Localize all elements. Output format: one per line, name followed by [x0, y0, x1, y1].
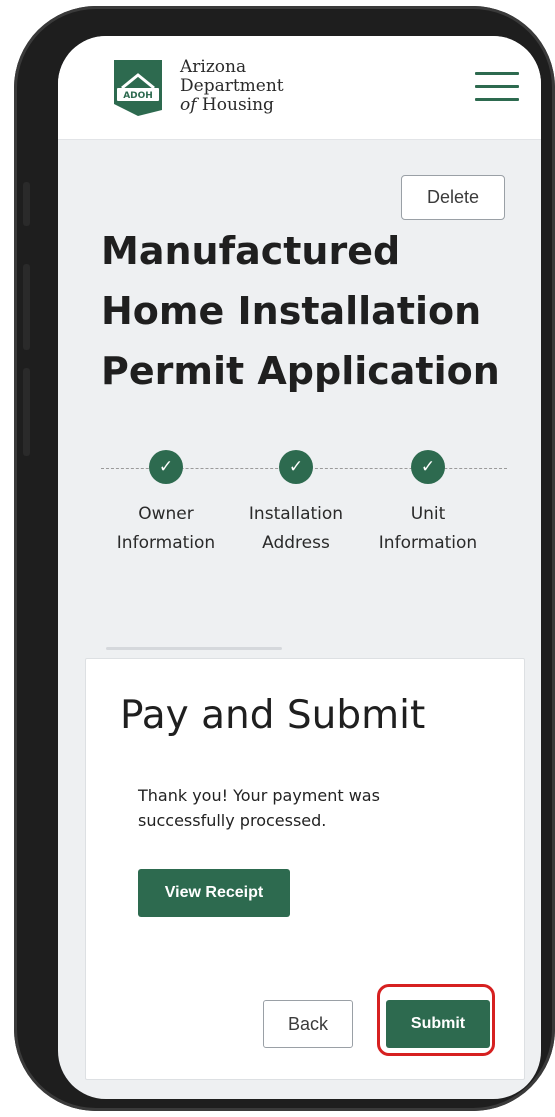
adoh-logo-icon: ADOH — [114, 60, 162, 116]
check-icon: ✓ — [149, 450, 183, 484]
check-icon: ✓ — [279, 450, 313, 484]
card-title: Pay and Submit — [120, 693, 426, 738]
submit-button[interactable]: Submit — [386, 1000, 490, 1048]
step-owner-information: ✓ Owner Information — [96, 450, 236, 558]
step-installation-address: ✓ Installation Address — [226, 450, 366, 558]
phone-volume-down — [23, 368, 30, 456]
svg-text:ADOH: ADOH — [123, 91, 153, 101]
agency-name-line3: of Housing — [180, 95, 274, 115]
delete-button[interactable]: Delete — [401, 175, 505, 220]
step-label: Installation Address — [248, 504, 344, 553]
agency-name-line2: Department — [180, 76, 284, 96]
back-button[interactable]: Back — [263, 1000, 353, 1048]
agency-name-line1: Arizona — [180, 57, 247, 77]
hamburger-menu-icon[interactable] — [475, 70, 519, 104]
phone-screen: ADOH Arizona Department of Housing Delet… — [58, 36, 541, 1099]
page-title: Manufactured Home Installation Permit Ap… — [101, 229, 500, 393]
step-label: Owner Information — [116, 504, 216, 553]
phone-volume-up — [23, 264, 30, 350]
phone-frame: ADOH Arizona Department of Housing Delet… — [14, 6, 555, 1111]
site-header: ADOH Arizona Department of Housing — [58, 36, 541, 140]
phone-silent-switch — [23, 182, 30, 226]
payment-confirmation-message: Thank you! Your payment was successfully… — [138, 786, 380, 830]
view-receipt-button[interactable]: View Receipt — [138, 869, 290, 917]
step-unit-information: ✓ Unit Information — [358, 450, 498, 558]
step-label: Unit Information — [378, 504, 478, 553]
check-icon: ✓ — [411, 450, 445, 484]
pay-submit-card: Pay and Submit Thank you! Your payment w… — [85, 658, 525, 1080]
agency-name: Arizona Department of Housing — [180, 58, 284, 115]
section-divider — [106, 647, 282, 650]
